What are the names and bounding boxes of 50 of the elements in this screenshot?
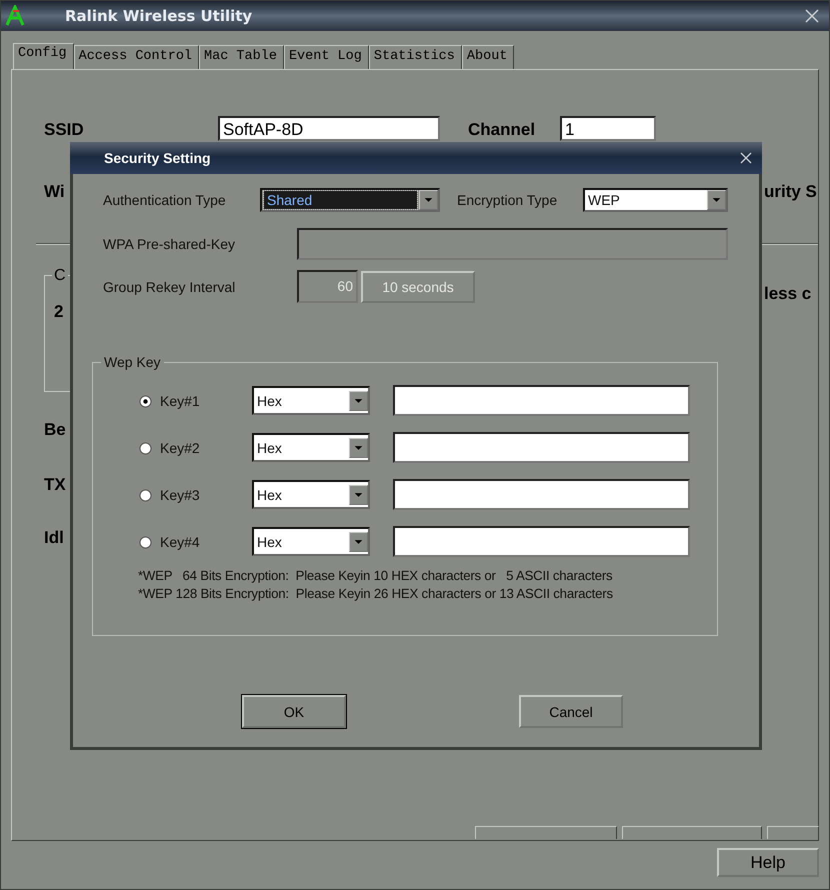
- field-label: Channel: [468, 120, 536, 140]
- field-label: SSID: [44, 120, 84, 140]
- field-label: Be: [44, 420, 66, 440]
- wep-key-field[interactable]: [393, 479, 690, 510]
- close-icon[interactable]: [805, 9, 819, 23]
- wep-key-field[interactable]: [393, 385, 690, 416]
- radio-label: Key#3: [160, 486, 201, 502]
- field-label: Wi: [44, 182, 65, 202]
- field-label: Group Rekey Interval: [103, 278, 236, 294]
- radio-button[interactable]: [139, 442, 152, 454]
- field-label: WPA Pre-shared-Key: [103, 236, 236, 252]
- field-label: less c: [764, 284, 812, 304]
- value-text: 2: [54, 302, 64, 322]
- cancel-button[interactable]: Cancel: [519, 695, 623, 728]
- wep-key-field[interactable]: [393, 432, 690, 463]
- field-label: Idl: [44, 528, 64, 548]
- encryption-dropdown[interactable]: WEP: [583, 188, 728, 212]
- tab[interactable]: Access Control: [74, 45, 200, 69]
- radio-label: Key#2: [160, 440, 201, 456]
- radio-button[interactable]: [139, 536, 152, 548]
- field-label: TX: [44, 475, 66, 495]
- ssid-field[interactable]: SoftAP-8D: [218, 116, 440, 141]
- key-format-dropdown[interactable]: Hex: [252, 480, 370, 509]
- field-label: Encryption Type: [457, 192, 558, 208]
- dialog-title: Security Setting: [104, 150, 211, 166]
- window-title: Ralink Wireless Utility: [65, 7, 252, 25]
- tab[interactable]: Config: [13, 43, 74, 70]
- channel-dropdown[interactable]: 1: [560, 116, 656, 141]
- note-text: *WEP 64 Bits Encryption: Please Keyin 10 HEX characters or 5 ASCII characters: [138, 567, 614, 585]
- help-button[interactable]: Help: [717, 848, 819, 877]
- tab[interactable]: About: [462, 45, 514, 69]
- tab[interactable]: Event Log: [284, 45, 369, 69]
- key-format-dropdown[interactable]: Hex: [252, 386, 370, 415]
- radio-button[interactable]: [139, 394, 152, 408]
- close-icon[interactable]: [740, 152, 752, 164]
- group-label: Wep Key: [101, 354, 164, 370]
- field-label: urity S: [764, 182, 817, 202]
- tab[interactable]: Statistics: [368, 45, 462, 69]
- field-label: Authentication Type: [103, 192, 227, 208]
- authentication-dropdown[interactable]: Shared: [260, 188, 440, 212]
- radio-label: Key#1: [160, 392, 201, 408]
- key-format-dropdown[interactable]: Hex: [252, 433, 370, 462]
- ok-button[interactable]: OK: [242, 695, 346, 728]
- note-text: *WEP 128 Bits Encryption: Please Keyin 26 HEX characters or 13 ASCII characters: [138, 585, 614, 603]
- key-format-dropdown[interactable]: Hex: [252, 527, 370, 556]
- radio-button[interactable]: [139, 488, 152, 502]
- tab[interactable]: Mac Table: [199, 45, 284, 69]
- app-logo-icon: [5, 5, 25, 27]
- radio-label: Key#4: [160, 534, 201, 550]
- wep-key-field[interactable]: [393, 526, 690, 557]
